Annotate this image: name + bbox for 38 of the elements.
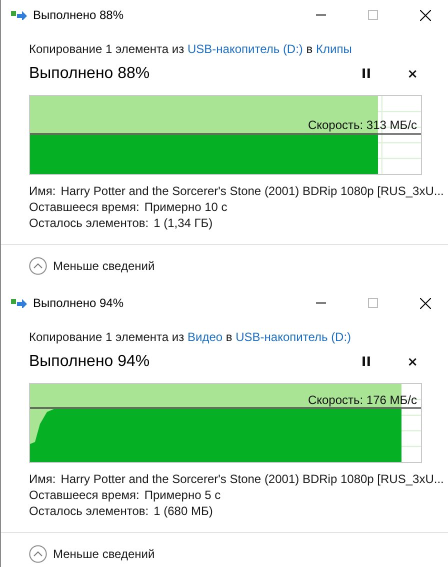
detail-value: 1 (1,34 ГБ) (154, 216, 213, 230)
window-title: Выполнено 94% (33, 296, 124, 310)
detail-label: Имя: (29, 472, 56, 486)
detail-value: 1 (680 МБ) (154, 504, 213, 518)
detail-label: Осталось элементов: (29, 216, 149, 230)
collapse-icon (29, 257, 47, 275)
cancel-button[interactable]: × (403, 66, 422, 82)
speed-label: Скорость: 313 МБ/с (308, 118, 417, 132)
copy-icon (11, 298, 27, 308)
detail-value: Примерно 5 с (144, 488, 221, 502)
detail-label: Имя: (29, 184, 56, 198)
progress-heading: Выполнено 88% (29, 65, 151, 83)
folder-link[interactable]: USB-накопитель (D:) (236, 330, 352, 344)
detail-value: Harry Potter and the Sorcerer's Stone (2001) BDRip 1080p [RUS_3xU... (60, 184, 444, 198)
fewer-details-button[interactable]: Меньше сведений (29, 257, 155, 275)
copy-description: Копирование 1 элемента из Видео в USB-накопитель (D:) (29, 330, 352, 344)
maximize-icon (368, 10, 378, 20)
collapse-icon (29, 545, 47, 563)
maximize-icon (368, 298, 378, 308)
detail-label: Оставшееся время: (29, 488, 140, 502)
close-icon (420, 298, 430, 308)
detail-value: Примерно 10 с (144, 200, 228, 214)
close-icon (420, 10, 430, 20)
detail-value: Harry Potter and the Sorcerer's Stone (2001) BDRip 1080p [RUS_3xU... (60, 472, 444, 486)
detail-label: Осталось элементов: (29, 504, 149, 518)
cancel-button[interactable]: × (403, 354, 422, 370)
pause-button[interactable]: II (357, 66, 376, 82)
fewer-details-button[interactable]: Меньше сведений (29, 545, 155, 563)
copy-description: Копирование 1 элемента из USB-накопитель (D:) в Клипы (29, 42, 353, 56)
pause-button[interactable]: II (357, 354, 376, 370)
folder-link[interactable]: Видео (187, 330, 223, 344)
copy-icon (11, 10, 27, 20)
detail-label: Оставшееся время: (29, 200, 140, 214)
folder-link[interactable]: Клипы (316, 42, 352, 56)
speed-label: Скорость: 176 МБ/с (308, 393, 417, 407)
window-title: Выполнено 88% (33, 8, 124, 22)
folder-link[interactable]: USB-накопитель (D:) (187, 42, 303, 56)
progress-heading: Выполнено 94% (29, 353, 151, 371)
